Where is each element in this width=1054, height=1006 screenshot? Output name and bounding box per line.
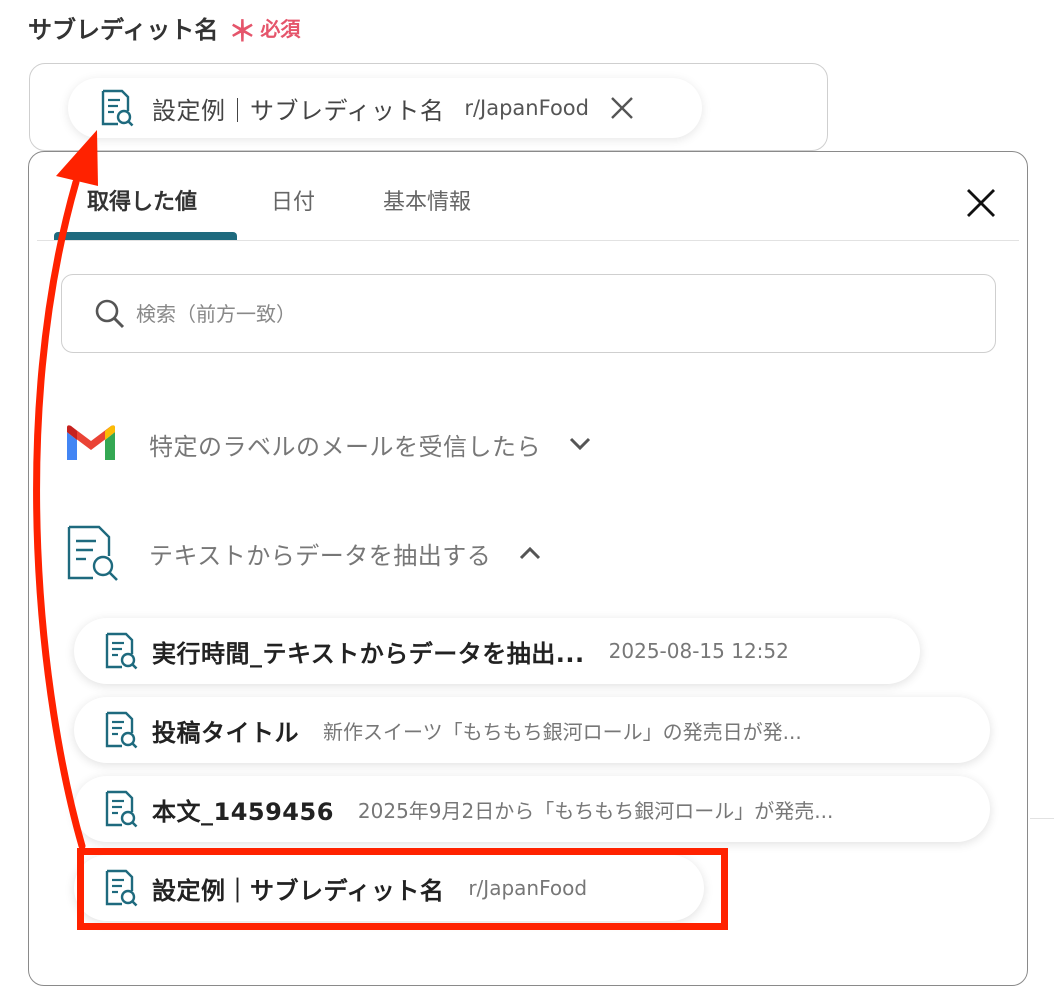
item-name: 投稿タイトル [152, 718, 299, 747]
required-star: ＊ [228, 14, 257, 48]
document-search-icon [105, 711, 138, 749]
chip-name: 設定例｜サブレディット名 [152, 96, 445, 125]
field-label: サブレディット名 ＊ 必須 [28, 10, 300, 45]
chip-value: r/JapanFood [464, 96, 589, 120]
item-name: 実行時間_テキストからデータを抽出... [152, 639, 585, 668]
close-icon[interactable] [965, 187, 997, 219]
chevron-down-icon [569, 437, 591, 451]
document-search-icon [105, 632, 138, 670]
search-box[interactable] [61, 274, 996, 353]
tab-bar: 取得した値 日付 基本情報 [37, 152, 1019, 241]
remove-chip-icon[interactable] [609, 95, 635, 121]
annotation-highlight-box [77, 848, 728, 930]
item-value: 2025年9月2日から「もちもち銀河ロール」が発売... [357, 798, 834, 823]
selected-value-chip[interactable]: 設定例｜サブレディット名 r/JapanFood [68, 78, 702, 138]
document-search-icon [105, 790, 138, 828]
active-tab-indicator [54, 232, 237, 240]
document-search-icon [101, 89, 134, 127]
item-value: 2025-08-15 12:52 [608, 639, 789, 663]
list-item-post-title[interactable]: 投稿タイトル 新作スイーツ「もちもち銀河ロール」の発売日が発... [74, 697, 990, 763]
divider [1030, 818, 1054, 819]
chevron-up-icon [520, 546, 541, 560]
group-title: テキストからデータを抽出する [149, 541, 492, 570]
list-item-exec-time[interactable]: 実行時間_テキストからデータを抽出... 2025-08-15 12:52 [74, 618, 920, 684]
group-title: 特定のラベルのメールを受信したら [149, 432, 541, 461]
item-name: 本文_1459456 [152, 797, 334, 826]
tab-date[interactable]: 日付 [271, 184, 315, 216]
tab-basic-info[interactable]: 基本情報 [383, 184, 471, 216]
search-input[interactable] [136, 301, 836, 326]
group-gmail-trigger[interactable]: 特定のラベルのメールを受信したら [65, 424, 593, 464]
tab-acquired-values[interactable]: 取得した値 [87, 184, 197, 216]
search-icon [95, 299, 125, 328]
item-value: 新作スイーツ「もちもち銀河ロール」の発売日が発... [323, 719, 802, 744]
gmail-icon [67, 425, 115, 460]
required-text: 必須 [260, 17, 301, 41]
document-search-icon [67, 525, 118, 581]
field-label-text: サブレディット名 [28, 16, 219, 44]
group-extract-data[interactable]: テキストからデータを抽出する [65, 524, 543, 582]
list-item-body[interactable]: 本文_1459456 2025年9月2日から「もちもち銀河ロール」が発売... [74, 776, 990, 842]
